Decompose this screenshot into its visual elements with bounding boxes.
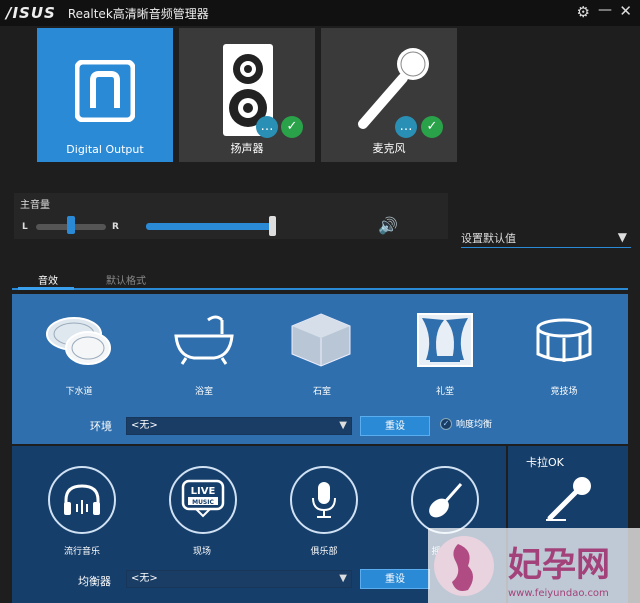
env-label: 石室	[312, 387, 331, 397]
check-icon: ✓	[421, 116, 443, 138]
tab-effects[interactable]: 音效	[38, 272, 58, 287]
chevron-down-icon: ▼	[617, 230, 627, 244]
environment-select-value: <无>	[131, 420, 158, 431]
microphone-icon	[312, 482, 336, 518]
chevron-down-icon: ▼	[339, 573, 347, 584]
equalizer-reset-button[interactable]: 重设	[360, 569, 430, 589]
stadium-icon[interactable]	[532, 314, 596, 368]
environment-select[interactable]: <无> ▼	[126, 417, 352, 435]
check-icon: ✓	[281, 116, 303, 138]
gear-icon[interactable]: ⚙	[577, 3, 590, 21]
environment-label: 环境	[90, 420, 112, 433]
env-label: 下水道	[65, 387, 93, 397]
env-label: 竞技场	[550, 387, 578, 397]
volume-slider[interactable]	[146, 223, 274, 230]
active-tab-indicator	[18, 287, 74, 290]
bathtub-icon[interactable]	[172, 312, 236, 366]
check-icon: ✓	[440, 417, 452, 430]
svg-text:LIVE: LIVE	[191, 486, 216, 497]
sewer-icon[interactable]	[44, 312, 114, 368]
eq-label: 流行音乐	[63, 547, 100, 557]
device-tile-microphone[interactable]: … ✓ 麦克风	[321, 28, 457, 162]
environment-reset-button[interactable]: 重设	[360, 416, 430, 436]
realtek-audio-manager-window: /ISUS Realtek高清晰音频管理器 ⚙ — ✕ Digital Outp…	[0, 0, 640, 603]
device-label: 麦克风	[372, 142, 406, 155]
karaoke-microphone-icon[interactable]	[540, 474, 596, 522]
chat-icon: …	[395, 116, 417, 138]
app-title: Realtek高清晰音频管理器	[67, 6, 209, 21]
watermark-text: 妃孕网	[508, 545, 610, 585]
watermark-url: www.feiyundao.com	[508, 588, 609, 599]
balance-left-label: L	[22, 222, 28, 232]
equalizer-select-value: <无>	[131, 573, 158, 584]
close-button[interactable]: ✕	[619, 2, 632, 20]
digital-output-icon	[75, 60, 135, 122]
headphones-icon	[64, 484, 100, 515]
equalizer-label: 均衡器	[78, 575, 111, 588]
karaoke-label: 卡拉OK	[526, 456, 564, 469]
balance-right-label: R	[112, 222, 119, 232]
eq-label: 现场	[192, 547, 211, 557]
tab-divider	[12, 288, 628, 290]
title-bar: /ISUS Realtek高清晰音频管理器 ⚙ — ✕	[0, 0, 640, 26]
env-label: 浴室	[194, 387, 213, 397]
svg-text:MUSIC: MUSIC	[192, 499, 214, 506]
watermark: 妃孕网 www.feiyundao.com	[428, 528, 640, 603]
env-label: 礼堂	[435, 387, 454, 397]
device-tile-speaker[interactable]: … ✓ 扬声器	[179, 28, 315, 162]
set-default-dropdown[interactable]: 设置默认值 ▼	[461, 230, 631, 248]
asus-logo: /ISUS	[6, 4, 56, 22]
loudness-equalization-toggle[interactable]: ✓ 响度均衡	[440, 417, 492, 430]
watermark-logo: 妃孕网 www.feiyundao.com	[428, 528, 640, 603]
balance-slider-thumb[interactable]	[67, 216, 75, 234]
volume-slider-thumb[interactable]	[269, 216, 277, 236]
minimize-button[interactable]: —	[598, 2, 612, 18]
device-label: Digital Output	[66, 143, 144, 156]
set-default-label: 设置默认值	[461, 232, 516, 245]
device-tile-digital-output[interactable]: Digital Output	[37, 28, 173, 162]
volume-speaker-icon[interactable]: 🔊	[378, 216, 398, 235]
chat-icon: …	[256, 116, 278, 138]
equalizer-select[interactable]: <无> ▼	[126, 570, 352, 588]
stone-room-icon[interactable]	[290, 312, 352, 368]
chevron-down-icon: ▼	[339, 420, 347, 431]
device-label: 扬声器	[230, 142, 264, 155]
tab-default-format[interactable]: 默认格式	[106, 272, 146, 287]
main-volume-label: 主音量	[20, 200, 50, 211]
guitar-icon	[429, 483, 463, 518]
eq-label: 俱乐部	[310, 547, 338, 557]
live-music-icon: LIVE MUSIC	[181, 479, 225, 518]
auditorium-icon[interactable]	[416, 312, 474, 368]
loudness-label: 响度均衡	[456, 420, 493, 430]
